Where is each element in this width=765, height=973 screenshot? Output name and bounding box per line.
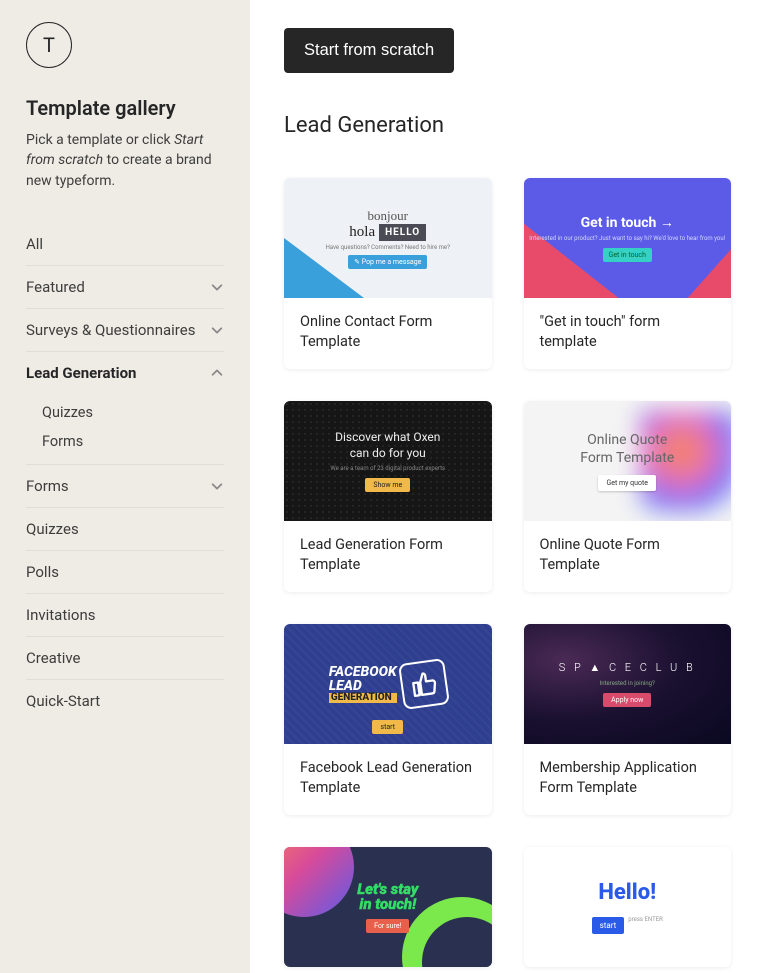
template-card[interactable]: Online QuoteForm Template Get my quote O… bbox=[524, 401, 732, 592]
sidebar-description: Pick a template or click Start from scra… bbox=[26, 130, 224, 191]
template-thumbnail: Get in touch Interested in our product? … bbox=[524, 178, 732, 298]
nav-item-polls[interactable]: Polls bbox=[26, 551, 224, 594]
template-thumbnail: Hello! startpress ENTER bbox=[524, 847, 732, 967]
chevron-down-icon bbox=[210, 323, 224, 337]
template-card[interactable]: Hello! startpress ENTER bbox=[524, 847, 732, 967]
template-card[interactable]: Discover what Oxencan do for you We are … bbox=[284, 401, 492, 592]
sidebar-nav: All Featured Surveys & Questionnaires Lea… bbox=[26, 223, 224, 722]
nav-item-label: Featured bbox=[26, 278, 85, 296]
template-grid: bonjour holaHELLO Have questions? Commen… bbox=[284, 178, 731, 967]
nav-item-label: Surveys & Questionnaires bbox=[26, 321, 195, 339]
nav-item-label: Lead Generation bbox=[26, 364, 136, 382]
nav-item-featured[interactable]: Featured bbox=[26, 266, 224, 309]
nav-item-surveys-questionnaires[interactable]: Surveys & Questionnaires bbox=[26, 309, 224, 352]
nav-item-forms[interactable]: Forms bbox=[26, 465, 224, 508]
template-title: "Get in touch" form template bbox=[524, 298, 732, 369]
nav-item-label: Polls bbox=[26, 563, 59, 581]
template-thumbnail: FACEBOOKLEADGENERATION start bbox=[284, 624, 492, 744]
template-card[interactable]: bonjour holaHELLO Have questions? Commen… bbox=[284, 178, 492, 369]
template-thumbnail: bonjour holaHELLO Have questions? Commen… bbox=[284, 178, 492, 298]
nav-item-label: All bbox=[26, 235, 43, 253]
template-title: Online Quote Form Template bbox=[524, 521, 732, 592]
template-thumbnail: Online QuoteForm Template Get my quote bbox=[524, 401, 732, 521]
nav-item-quick-start[interactable]: Quick-Start bbox=[26, 680, 224, 722]
template-title: Lead Generation Form Template bbox=[284, 521, 492, 592]
template-thumbnail: S P ▲ C E C L U B Interested in joining?… bbox=[524, 624, 732, 744]
template-thumbnail: Let's stayin touch! For sure! bbox=[284, 847, 492, 967]
thumbs-up-icon bbox=[398, 658, 450, 710]
logo-letter: T bbox=[43, 33, 55, 57]
template-title: Online Contact Form Template bbox=[284, 298, 492, 369]
main-content: Start from scratch Lead Generation bonjo… bbox=[250, 0, 765, 973]
template-thumbnail: Discover what Oxencan do for you We are … bbox=[284, 401, 492, 521]
nav-item-invitations[interactable]: Invitations bbox=[26, 594, 224, 637]
template-card[interactable]: Get in touch Interested in our product? … bbox=[524, 178, 732, 369]
chevron-up-icon bbox=[210, 366, 224, 380]
section-title: Lead Generation bbox=[284, 113, 731, 138]
nav-item-label: Creative bbox=[26, 649, 81, 667]
logo: T bbox=[26, 22, 72, 68]
chevron-down-icon bbox=[210, 479, 224, 493]
nav-item-label: Quizzes bbox=[26, 520, 79, 538]
sidebar: T Template gallery Pick a template or cl… bbox=[0, 0, 250, 973]
nav-item-label: Invitations bbox=[26, 606, 95, 624]
template-title: Membership Application Form Template bbox=[524, 744, 732, 815]
nav-item-label: Quick-Start bbox=[26, 692, 100, 710]
nav-item-creative[interactable]: Creative bbox=[26, 637, 224, 680]
template-card[interactable]: FACEBOOKLEADGENERATION start Facebook Le… bbox=[284, 624, 492, 815]
start-from-scratch-button[interactable]: Start from scratch bbox=[284, 28, 454, 73]
nav-item-lead-generation[interactable]: Lead Generation bbox=[26, 352, 224, 394]
sidebar-title: Template gallery bbox=[26, 96, 224, 120]
nav-sub-item-forms[interactable]: Forms bbox=[42, 427, 224, 456]
nav-subgroup: QuizzesForms bbox=[26, 394, 224, 465]
nav-sub-item-quizzes[interactable]: Quizzes bbox=[42, 398, 224, 427]
nav-item-quizzes[interactable]: Quizzes bbox=[26, 508, 224, 551]
nav-item-all[interactable]: All bbox=[26, 223, 224, 266]
template-title: Facebook Lead Generation Template bbox=[284, 744, 492, 815]
template-card[interactable]: S P ▲ C E C L U B Interested in joining?… bbox=[524, 624, 732, 815]
nav-item-label: Forms bbox=[26, 477, 69, 495]
template-card[interactable]: Let's stayin touch! For sure! bbox=[284, 847, 492, 967]
chevron-down-icon bbox=[210, 280, 224, 294]
